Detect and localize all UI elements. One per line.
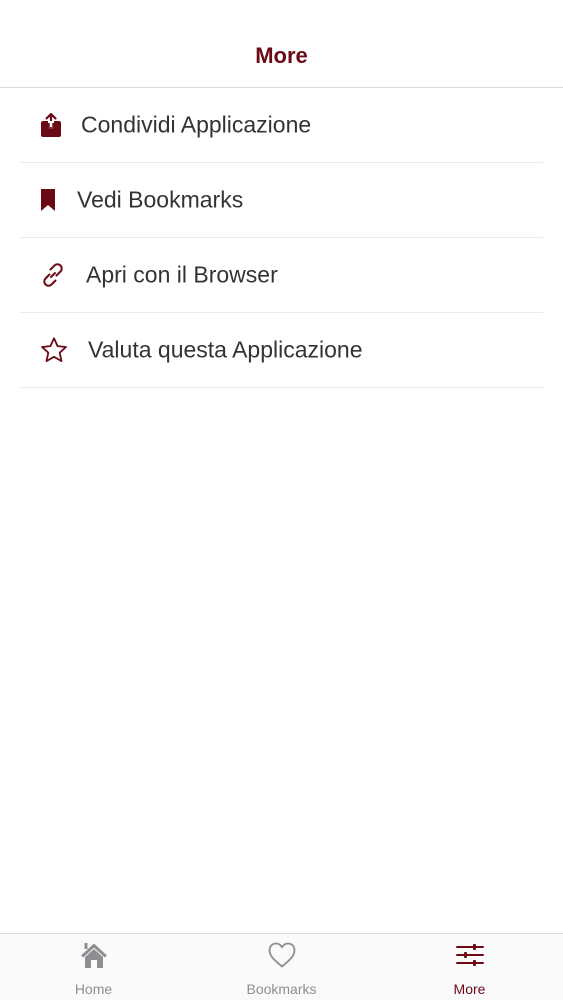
menu-item-share-app[interactable]: Condividi Applicazione [20,88,543,163]
tab-bar: Home Bookmarks More [0,933,563,1000]
sliders-icon [455,944,484,966]
menu-item-label: Apri con il Browser [86,261,278,288]
tab-bookmarks[interactable]: Bookmarks [188,934,375,1000]
menu-item-label: Vedi Bookmarks [77,186,244,213]
navigation-bar: More [0,0,563,88]
share-icon [41,112,61,137]
menu-item-open-browser[interactable]: Apri con il Browser [20,238,543,313]
bookmark-icon [41,189,55,211]
menu-item-view-bookmarks[interactable]: Vedi Bookmarks [20,163,543,238]
tab-label: Home [74,981,113,997]
more-menu-list: Condividi Applicazione Vedi Bookmarks Ap… [20,88,543,388]
heart-icon [268,942,295,968]
menu-item-label: Valuta questa Applicazione [88,336,363,363]
tab-label: Bookmarks [246,981,317,997]
tab-label: More [453,981,486,997]
tab-home[interactable]: Home [0,934,187,1000]
menu-item-rate-app[interactable]: Valuta questa Applicazione [20,313,543,388]
tab-more[interactable]: More [376,934,563,1000]
star-icon [41,337,67,362]
menu-item-label: Condividi Applicazione [81,111,312,138]
page-title: More [255,43,308,68]
home-icon [80,943,107,968]
link-icon [43,263,63,287]
